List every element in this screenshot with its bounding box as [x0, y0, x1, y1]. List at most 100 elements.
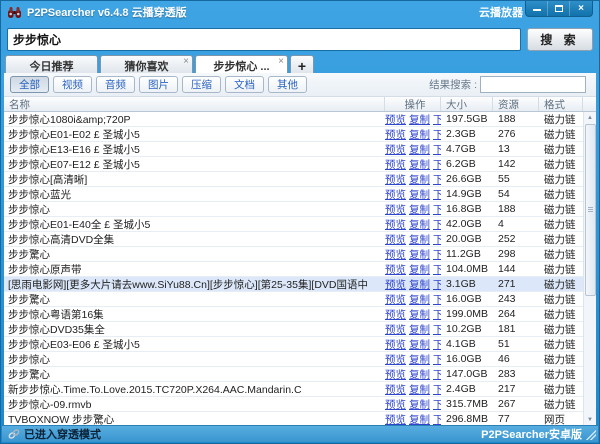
table-row[interactable]: 步步驚心 预览 复制 下载 11.2GB 298 磁力链: [4, 247, 583, 262]
filter-image[interactable]: 图片: [139, 76, 178, 93]
table-row[interactable]: 步步惊心原声带 预览 复制 下载 104.0MB 144 磁力链: [4, 262, 583, 277]
scroll-up-button[interactable]: ▲: [584, 112, 597, 123]
table-row[interactable]: 步步惊心粤语第16集 预览 复制 下载 199.0MB 264 磁力链: [4, 307, 583, 322]
tab-search-result-active[interactable]: 步步惊心 ... ×: [195, 55, 288, 75]
close-button[interactable]: ×: [570, 1, 592, 16]
download-link[interactable]: 下载: [433, 292, 441, 307]
copy-link[interactable]: 复制: [409, 112, 430, 127]
preview-link[interactable]: 预览: [385, 232, 406, 247]
table-row[interactable]: 步步惊心E03-E06 £ 圣城小5 预览 复制 下载 4.1GB 51 磁力链: [4, 337, 583, 352]
preview-link[interactable]: 预览: [385, 322, 406, 337]
download-link[interactable]: 下载: [433, 322, 441, 337]
download-link[interactable]: 下载: [433, 232, 441, 247]
tab-today-recommend[interactable]: 今日推荐: [5, 55, 98, 75]
copy-link[interactable]: 复制: [409, 352, 430, 367]
download-link[interactable]: 下载: [433, 352, 441, 367]
copy-link[interactable]: 复制: [409, 217, 430, 232]
copy-link[interactable]: 复制: [409, 322, 430, 337]
column-header-resources[interactable]: 资源: [493, 97, 539, 111]
table-row[interactable]: 步步惊心 预览 复制 下载 16.8GB 188 磁力链: [4, 202, 583, 217]
download-link[interactable]: 下载: [433, 112, 441, 127]
preview-link[interactable]: 预览: [385, 277, 406, 292]
copy-link[interactable]: 复制: [409, 142, 430, 157]
tab-close-icon[interactable]: ×: [278, 56, 284, 67]
copy-link[interactable]: 复制: [409, 187, 430, 202]
table-row[interactable]: 步步惊心[高清晰] 预览 复制 下载 26.6GB 55 磁力链: [4, 172, 583, 187]
preview-link[interactable]: 预览: [385, 397, 406, 412]
column-header-size[interactable]: 大小: [441, 97, 493, 111]
table-row[interactable]: TVBOXNOW 步步驚心 预览 复制 下载 296.8MB 77 网页: [4, 412, 583, 425]
filter-document[interactable]: 文档: [225, 76, 264, 93]
copy-link[interactable]: 复制: [409, 292, 430, 307]
table-row[interactable]: 步步惊心-09.rmvb 预览 复制 下载 315.7MB 267 磁力链: [4, 397, 583, 412]
preview-link[interactable]: 预览: [385, 367, 406, 382]
table-row[interactable]: 步步惊心 预览 复制 下载 16.0GB 46 磁力链: [4, 352, 583, 367]
download-link[interactable]: 下载: [433, 277, 441, 292]
copy-link[interactable]: 复制: [409, 307, 430, 322]
preview-link[interactable]: 预览: [385, 247, 406, 262]
copy-link[interactable]: 复制: [409, 127, 430, 142]
preview-link[interactable]: 预览: [385, 292, 406, 307]
preview-link[interactable]: 预览: [385, 352, 406, 367]
table-row[interactable]: 步步惊心高清DVD全集 预览 复制 下载 20.0GB 252 磁力链: [4, 232, 583, 247]
table-row[interactable]: 步步驚心 预览 复制 下载 16.0GB 243 磁力链: [4, 292, 583, 307]
preview-link[interactable]: 预览: [385, 202, 406, 217]
filter-archive[interactable]: 压缩: [182, 76, 221, 93]
download-link[interactable]: 下载: [433, 217, 441, 232]
copy-link[interactable]: 复制: [409, 397, 430, 412]
preview-link[interactable]: 预览: [385, 307, 406, 322]
download-link[interactable]: 下载: [433, 202, 441, 217]
download-link[interactable]: 下载: [433, 382, 441, 397]
download-link[interactable]: 下载: [433, 247, 441, 262]
preview-link[interactable]: 预览: [385, 337, 406, 352]
copy-link[interactable]: 复制: [409, 277, 430, 292]
maximize-button[interactable]: [548, 1, 570, 16]
column-header-format[interactable]: 格式: [539, 97, 583, 111]
table-row[interactable]: 步步惊心蓝光 预览 复制 下载 14.9GB 54 磁力链: [4, 187, 583, 202]
copy-link[interactable]: 复制: [409, 337, 430, 352]
table-row[interactable]: 步步惊心E01-E40全 £ 圣城小5 预览 复制 下载 42.0GB 4 磁力…: [4, 217, 583, 232]
preview-link[interactable]: 预览: [385, 127, 406, 142]
resize-grip-icon[interactable]: [586, 430, 596, 440]
preview-link[interactable]: 预览: [385, 412, 406, 426]
filter-other[interactable]: 其他: [268, 76, 307, 93]
download-link[interactable]: 下载: [433, 397, 441, 412]
copy-link[interactable]: 复制: [409, 367, 430, 382]
preview-link[interactable]: 预览: [385, 262, 406, 277]
android-version-link[interactable]: P2PSearcher安卓版: [481, 426, 582, 442]
copy-link[interactable]: 复制: [409, 262, 430, 277]
preview-link[interactable]: 预览: [385, 382, 406, 397]
download-link[interactable]: 下载: [433, 157, 441, 172]
result-search-input[interactable]: [480, 76, 586, 93]
preview-link[interactable]: 预览: [385, 217, 406, 232]
cloud-player-link[interactable]: 云播放器: [479, 4, 523, 20]
download-link[interactable]: 下载: [433, 127, 441, 142]
new-tab-button[interactable]: +: [290, 55, 314, 75]
scroll-down-button[interactable]: ▼: [584, 414, 597, 425]
preview-link[interactable]: 预览: [385, 172, 406, 187]
copy-link[interactable]: 复制: [409, 247, 430, 262]
download-link[interactable]: 下载: [433, 367, 441, 382]
table-row[interactable]: 新步步惊心.Time.To.Love.2015.TC720P.X264.AAC.…: [4, 382, 583, 397]
download-link[interactable]: 下载: [433, 412, 441, 426]
filter-video[interactable]: 视频: [53, 76, 92, 93]
vertical-scrollbar[interactable]: ▲ ▼: [583, 112, 596, 425]
download-link[interactable]: 下载: [433, 262, 441, 277]
download-link[interactable]: 下载: [433, 187, 441, 202]
copy-link[interactable]: 复制: [409, 202, 430, 217]
preview-link[interactable]: 预览: [385, 112, 406, 127]
table-row[interactable]: 步步驚心 预览 复制 下载 147.0GB 283 磁力链: [4, 367, 583, 382]
preview-link[interactable]: 预览: [385, 187, 406, 202]
scrollbar-thumb[interactable]: [585, 124, 596, 296]
copy-link[interactable]: 复制: [409, 232, 430, 247]
column-header-actions[interactable]: 操作: [385, 97, 441, 111]
filter-audio[interactable]: 音频: [96, 76, 135, 93]
table-row[interactable]: 步步惊心DVD35集全 预览 复制 下载 10.2GB 181 磁力链: [4, 322, 583, 337]
search-input[interactable]: [7, 28, 521, 51]
table-row[interactable]: 步步惊心E07-E12 £ 圣城小5 预览 复制 下载 6.2GB 142 磁力…: [4, 157, 583, 172]
column-header-name[interactable]: 名称: [4, 97, 385, 111]
table-row[interactable]: 步步惊心E01-E02 £ 圣城小5 预览 复制 下载 2.3GB 276 磁力…: [4, 127, 583, 142]
preview-link[interactable]: 预览: [385, 157, 406, 172]
download-link[interactable]: 下载: [433, 142, 441, 157]
tab-close-icon[interactable]: ×: [183, 56, 189, 67]
